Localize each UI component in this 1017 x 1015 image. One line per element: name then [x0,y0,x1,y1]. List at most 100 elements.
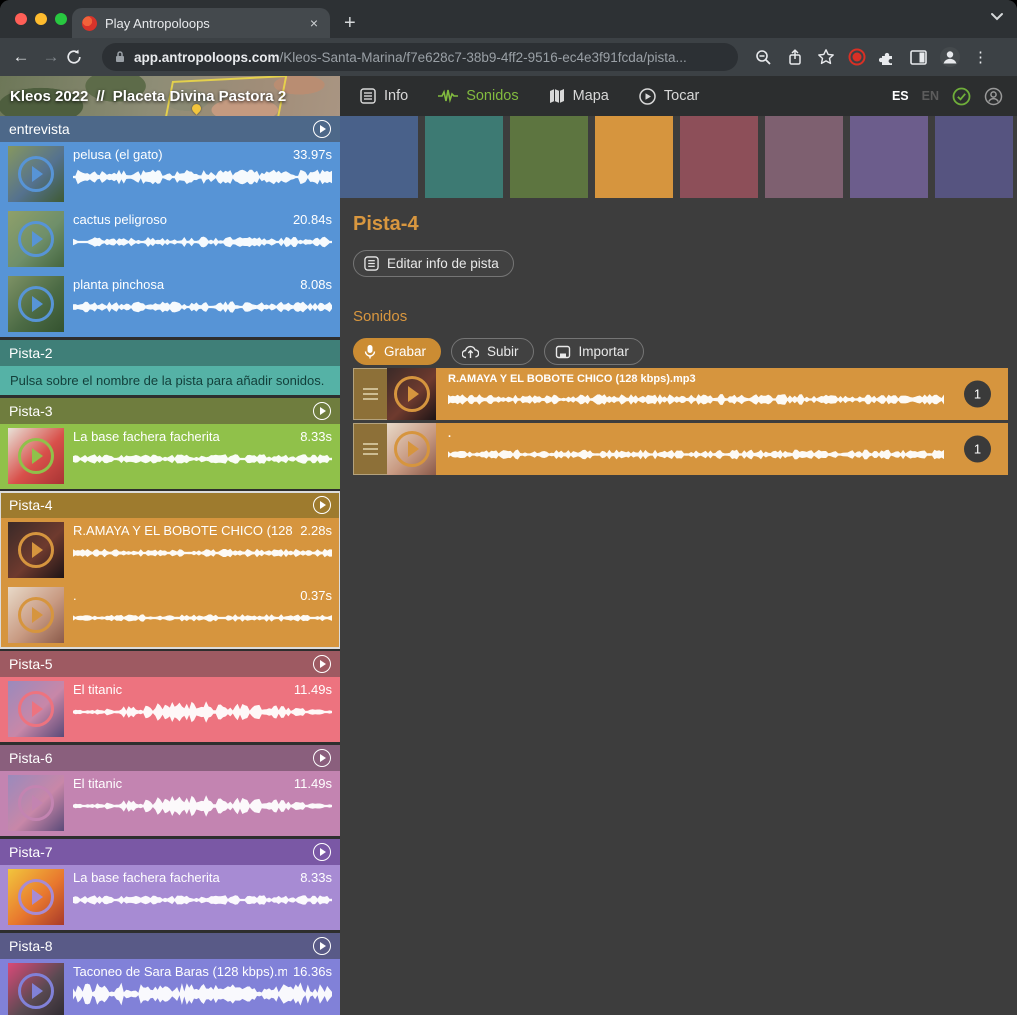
waveform[interactable] [73,700,332,724]
sound-item[interactable]: planta pinchosa8.08s [0,272,340,337]
drag-handle-icon[interactable] [353,368,387,420]
nav-item-info[interactable]: Info [360,88,408,104]
track-name[interactable]: Pista-8 [9,938,53,954]
waveform[interactable] [73,606,332,630]
track-swatch-8[interactable] [935,116,1013,198]
track-header[interactable]: Pista-3 [0,398,340,424]
track-name[interactable]: entrevista [9,121,70,137]
tab-search-chevron-icon[interactable] [990,12,1004,21]
waveform[interactable] [73,541,332,565]
track-play-icon[interactable] [313,937,331,955]
sound-item[interactable]: .0.37s [0,583,340,648]
sound-thumbnail[interactable] [8,869,64,925]
sound-title[interactable]: . [448,428,996,440]
track-swatch-1[interactable] [340,116,418,198]
nav-item-mapa[interactable]: Mapa [549,88,609,104]
sound-title[interactable]: planta pinchosa [73,277,294,292]
sound-row[interactable]: . 1 [353,423,1008,475]
track-play-icon[interactable] [313,655,331,673]
sound-title[interactable]: cactus peligroso [73,212,287,227]
sound-title[interactable]: pelusa (el gato) [73,147,287,162]
sound-title[interactable]: La base fachera facherita [73,870,294,885]
waveform[interactable] [73,295,332,319]
track-header[interactable]: Pista-5 [0,651,340,677]
sound-thumbnail[interactable] [8,211,64,267]
track-name[interactable]: Pista-6 [9,750,53,766]
track-play-icon[interactable] [313,843,331,861]
sound-thumbnail[interactable] [8,775,64,831]
play-icon[interactable] [18,286,54,322]
sound-item[interactable]: cactus peligroso20.84s [0,207,340,272]
sound-title[interactable]: La base fachera facherita [73,429,294,444]
track-play-icon[interactable] [313,496,331,514]
play-icon[interactable] [18,156,54,192]
sound-thumbnail[interactable] [8,428,64,484]
track-header[interactable]: Pista-2 [0,340,340,366]
track-play-icon[interactable] [313,402,331,420]
track-header[interactable]: entrevista [0,116,340,142]
sound-title[interactable]: . [73,588,294,603]
map-thumbnail[interactable]: Kleos 2022 // Placeta Divina Pastora 2 [0,76,340,116]
waveform[interactable] [73,447,332,471]
track-name[interactable]: Pista-5 [9,656,53,672]
breadcrumb-place[interactable]: Placeta Divina Pastora 2 [113,88,286,105]
forward-button[interactable]: → [36,47,66,67]
play-icon[interactable] [394,431,430,467]
nav-item-tocar[interactable]: Tocar [639,88,699,105]
waveform[interactable] [448,442,944,467]
play-icon[interactable] [18,221,54,257]
play-icon[interactable] [18,973,54,1009]
sound-title[interactable]: El titanic [73,776,288,791]
sound-item[interactable]: La base fachera facherita8.33s [0,424,340,489]
sound-title[interactable]: Taconeo de Sara Baras (128 kbps).mp3 [73,964,287,979]
sound-item[interactable]: pelusa (el gato)33.97s [0,142,340,207]
track-play-icon[interactable] [313,749,331,767]
play-icon[interactable] [18,785,54,821]
track-play-icon[interactable] [313,120,331,138]
back-button[interactable]: ← [6,47,36,67]
lang-en[interactable]: EN [922,89,939,103]
track-swatch-4-selected[interactable] [595,116,673,198]
track-swatch-5[interactable] [680,116,758,198]
waveform[interactable] [73,794,332,818]
track-header[interactable]: Pista-6 [0,745,340,771]
sound-row[interactable]: R.AMAYA Y EL BOBOTE CHICO (128 kbps).mp3… [353,368,1008,420]
waveform[interactable] [448,387,944,412]
sound-item[interactable]: El titanic11.49s [0,677,340,742]
tab-close-icon[interactable]: × [308,15,320,31]
close-window-button[interactable] [15,13,27,25]
profile-avatar[interactable] [934,46,965,68]
side-panel-icon[interactable] [903,50,934,65]
track-name[interactable]: Pista-7 [9,844,53,860]
sound-title[interactable]: El titanic [73,682,288,697]
sound-item[interactable]: La base fachera facherita8.33s [0,865,340,930]
sound-thumbnail[interactable] [8,681,64,737]
sound-item[interactable]: El titanic11.49s [0,771,340,836]
sound-thumbnail[interactable] [8,276,64,332]
nav-item-sonidos[interactable]: Sonidos [438,88,518,104]
reload-button[interactable] [66,49,96,65]
track-swatch-2[interactable] [425,116,503,198]
track-header[interactable]: Pista-4 [0,492,340,518]
play-icon[interactable] [18,879,54,915]
waveform[interactable] [73,230,332,254]
waveform[interactable] [73,982,332,1006]
browser-menu-icon[interactable]: ⋮ [965,48,996,66]
sound-title[interactable]: R.AMAYA Y EL BOBOTE CHICO (128 kbps).mp3 [448,373,996,385]
edit-track-info-button[interactable]: Editar info de pista [353,250,514,277]
account-icon[interactable] [984,87,1003,106]
browser-tab[interactable]: Play Antropoloops × [72,8,330,38]
sound-thumbnail[interactable] [8,963,64,1015]
import-button[interactable]: Importar [544,338,644,365]
track-name[interactable]: Pista-3 [9,403,53,419]
sound-thumbnail[interactable] [387,368,436,420]
sound-thumbnail[interactable] [387,423,436,475]
track-header[interactable]: Pista-7 [0,839,340,865]
track-swatch-3[interactable] [510,116,588,198]
sound-thumbnail[interactable] [8,146,64,202]
track-name[interactable]: Pista-4 [9,497,53,513]
track-header[interactable]: Pista-8 [0,933,340,959]
record-button[interactable]: Grabar [353,338,441,365]
play-icon[interactable] [18,691,54,727]
new-tab-button[interactable]: + [344,13,356,33]
